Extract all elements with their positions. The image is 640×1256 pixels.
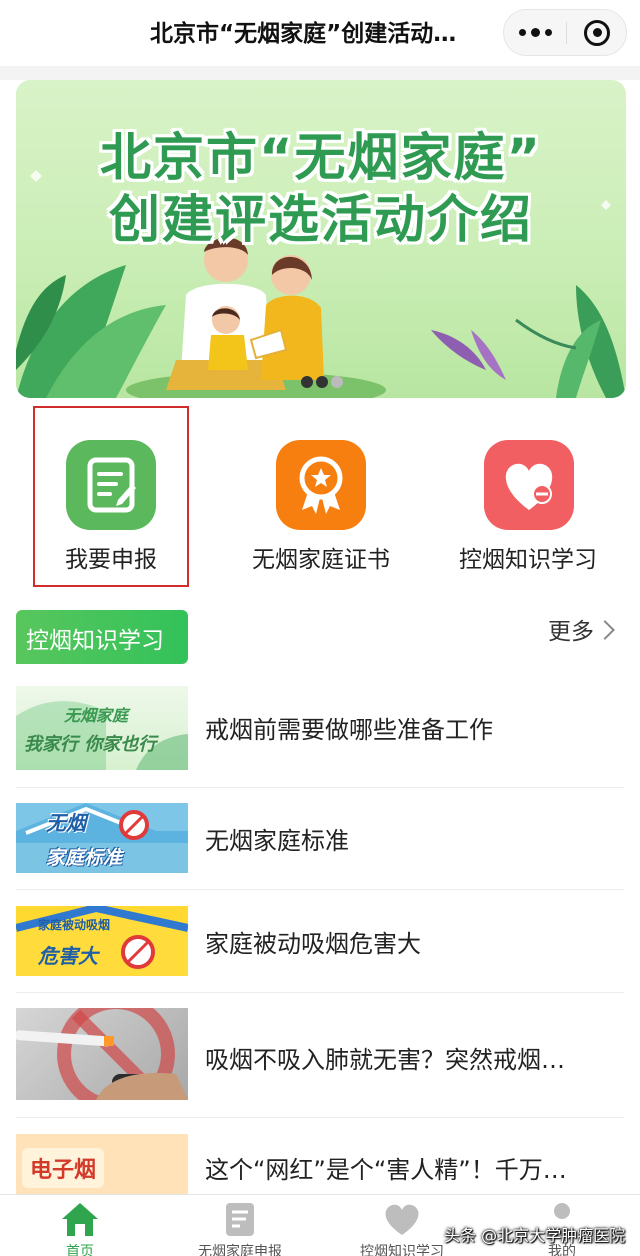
article-thumbnail: 无烟 家庭标准 [16, 803, 188, 873]
article-item[interactable]: 吸烟不吸入肺就无害？突然戒烟… [16, 1008, 624, 1100]
thumb-text: 我家行 你家也行 [24, 734, 157, 755]
thumb-text: 危害大 [38, 944, 98, 968]
tab-home[interactable]: 首页 [30, 1195, 130, 1256]
thumb-text: 家庭被动吸烟 [38, 918, 111, 932]
app-header: 北京市“无烟家庭”创建活动… [0, 0, 640, 66]
article-title: 吸烟不吸入肺就无害？突然戒烟… [205, 1046, 565, 1074]
more-dots-icon[interactable] [504, 10, 566, 55]
certificate-medal-icon [276, 440, 366, 530]
list-divider [16, 889, 624, 890]
section-title: 控烟知识学习 [26, 628, 164, 654]
more-link[interactable]: 更多 [548, 612, 615, 646]
quick-entry-label: 无烟家庭证书 [252, 547, 390, 573]
carousel-indicator [301, 376, 343, 388]
banner-title-line2: 创建评选活动介绍 [108, 191, 533, 250]
more-link-label: 更多 [548, 619, 594, 645]
article-title: 这个“网红”是个“害人精”！千万… [205, 1156, 567, 1184]
document-icon [226, 1203, 254, 1236]
tab-apply[interactable]: 无烟家庭申报 [180, 1195, 300, 1256]
article-title: 戒烟前需要做哪些准备工作 [205, 716, 493, 744]
article-item[interactable]: 家庭被动吸烟 危害大 家庭被动吸烟危害大 [16, 906, 624, 976]
chevron-right-icon [595, 620, 615, 640]
quick-entry-certificate[interactable]: 无烟家庭证书 [226, 406, 416, 586]
article-thumbnail: 无烟家庭 我家行 你家也行 [16, 686, 188, 770]
carousel-dot [331, 376, 343, 388]
tab-label: 首页 [66, 1244, 94, 1256]
thumb-text: 无烟 [46, 811, 86, 835]
article-item[interactable]: 电子烟 这个“网红”是个“害人精”！千万… [16, 1134, 624, 1194]
mini-program-capsule [503, 9, 627, 56]
list-divider [16, 1117, 624, 1118]
article-title: 无烟家庭标准 [205, 827, 349, 855]
quick-entry-learning[interactable]: 控烟知识学习 [440, 406, 616, 586]
article-thumbnail [16, 1008, 188, 1100]
header-divider-band [0, 66, 640, 80]
tab-label: 无烟家庭申报 [198, 1244, 282, 1256]
watermark-text: 头条 @北京大学肿瘤医院 [444, 1226, 626, 1245]
article-title: 家庭被动吸烟危害大 [205, 930, 421, 958]
quick-entry-label: 控烟知识学习 [459, 547, 597, 573]
target-close-icon[interactable] [567, 10, 627, 55]
home-icon [62, 1203, 98, 1236]
article-thumbnail: 电子烟 [16, 1134, 188, 1194]
thumb-text: 电子烟 [22, 1148, 105, 1188]
heart-no-smoking-icon [484, 440, 574, 530]
heart-icon [385, 1204, 419, 1235]
carousel-dot [301, 376, 313, 388]
section-title-tag: 控烟知识学习 [16, 610, 188, 664]
banner-carousel[interactable]: 北京市“无烟家庭” 创建评选活动介绍 [16, 80, 626, 398]
page-title: 北京市“无烟家庭”创建活动… [150, 21, 457, 47]
article-item[interactable]: 无烟 家庭标准 无烟家庭标准 [16, 803, 624, 873]
article-thumbnail: 家庭被动吸烟 危害大 [16, 906, 188, 976]
highlight-box [33, 406, 189, 587]
carousel-dot [316, 376, 328, 388]
list-divider [16, 787, 624, 788]
thumb-text: 家庭标准 [46, 847, 123, 869]
article-item[interactable]: 无烟家庭 我家行 你家也行 戒烟前需要做哪些准备工作 [16, 686, 624, 772]
list-divider [16, 992, 624, 993]
thumb-text: 无烟家庭 [64, 706, 129, 725]
